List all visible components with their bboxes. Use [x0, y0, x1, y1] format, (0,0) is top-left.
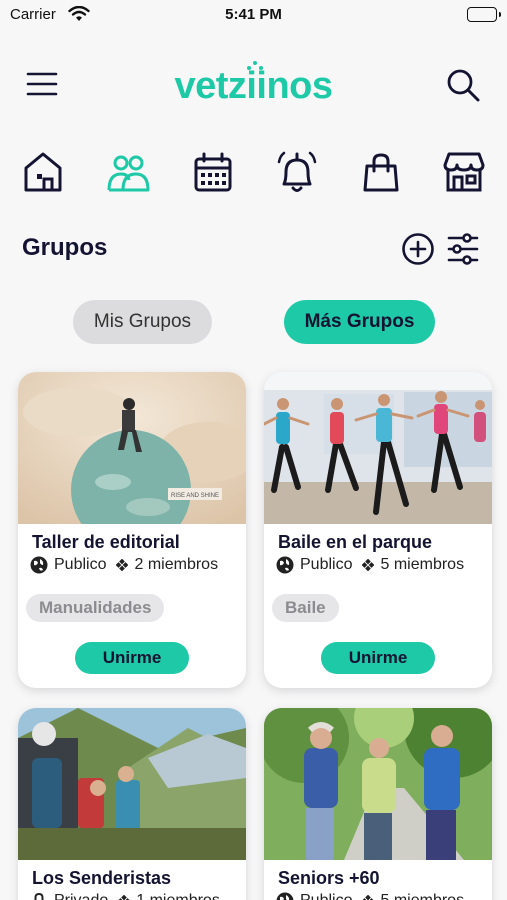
members-count: 5 miembros [380, 892, 464, 900]
dot-separator-icon [116, 559, 129, 571]
group-meta: Publico 5 miembros [276, 892, 464, 900]
globe-icon [276, 892, 294, 900]
status-bar: Carrier 5:41 PM [0, 0, 507, 30]
tab-mas-grupos[interactable]: Más Grupos [284, 300, 435, 344]
nav-shop[interactable] [358, 148, 404, 198]
bell-icon [277, 151, 317, 192]
top-bar: vetziinos [0, 55, 507, 115]
group-meta: Publico 2 miembros [30, 556, 218, 574]
search-button[interactable] [445, 67, 481, 103]
nav-groups[interactable] [105, 148, 151, 198]
status-time: 5:41 PM [225, 6, 282, 23]
join-button[interactable]: Unirme [321, 642, 435, 674]
group-title: Baile en el parque [278, 532, 433, 552]
category-tag: Manualidades [26, 594, 165, 622]
group-card-seniors[interactable]: Seniors +60 Publico 5 miembros [264, 708, 492, 900]
page-title: Grupos [22, 234, 108, 261]
group-image-seniors [264, 708, 492, 860]
privacy-label: Publico [300, 556, 353, 573]
shopping-bag-icon [363, 153, 399, 192]
poster-text: RISE AND SHINE [171, 493, 219, 499]
lock-icon [34, 892, 44, 900]
group-meta: Publico 5 miembros [276, 556, 464, 574]
dot-separator-icon [118, 895, 131, 900]
filter-button[interactable] [446, 232, 480, 266]
nav-store[interactable] [441, 148, 487, 198]
plus-circle-icon [402, 233, 434, 265]
privacy-label: Publico [54, 556, 107, 573]
globe-icon [30, 556, 48, 574]
globe-icon [276, 556, 294, 574]
logo-sparkle-icon [246, 61, 264, 73]
nav-calendar[interactable] [190, 148, 236, 198]
group-title: Los Senderistas [32, 868, 172, 888]
members-count: 5 miembros [380, 556, 465, 573]
group-image-collage: RISE AND SHINE [18, 372, 246, 524]
group-image-dance [264, 372, 492, 524]
group-card-taller[interactable]: RISE AND SHINE Taller de editorial Publi… [18, 372, 246, 688]
dot-separator-icon [362, 895, 375, 900]
add-group-button[interactable] [401, 232, 435, 266]
store-icon [443, 152, 485, 192]
members-count: 1 miembros [136, 892, 220, 900]
dot-separator-icon [362, 559, 375, 571]
groups-icon [107, 155, 150, 192]
group-title: Seniors +60 [278, 868, 380, 888]
members-count: 2 miembros [134, 556, 219, 573]
nav-home[interactable] [20, 148, 66, 198]
group-card-baile[interactable]: Baile en el parque Publico 5 miembros Ba… [264, 372, 492, 688]
category-nav [0, 148, 507, 200]
join-button[interactable]: Unirme [75, 642, 189, 674]
group-image-hiking [18, 708, 246, 860]
calendar-icon [194, 152, 232, 192]
battery-icon [467, 7, 501, 22]
privacy-label: Privado [54, 892, 108, 900]
group-card-senderistas[interactable]: Los Senderistas Privado 1 miembros [18, 708, 246, 900]
group-meta: Privado 1 miembros [30, 892, 220, 900]
search-icon [447, 69, 480, 102]
nav-notifications[interactable] [274, 148, 320, 198]
group-title: Taller de editorial [32, 532, 180, 552]
home-icon [24, 152, 62, 192]
sliders-icon [447, 233, 479, 265]
privacy-label: Publico [300, 892, 352, 900]
category-tag: Baile [272, 594, 339, 622]
tab-mis-grupos[interactable]: Mis Grupos [73, 300, 212, 344]
